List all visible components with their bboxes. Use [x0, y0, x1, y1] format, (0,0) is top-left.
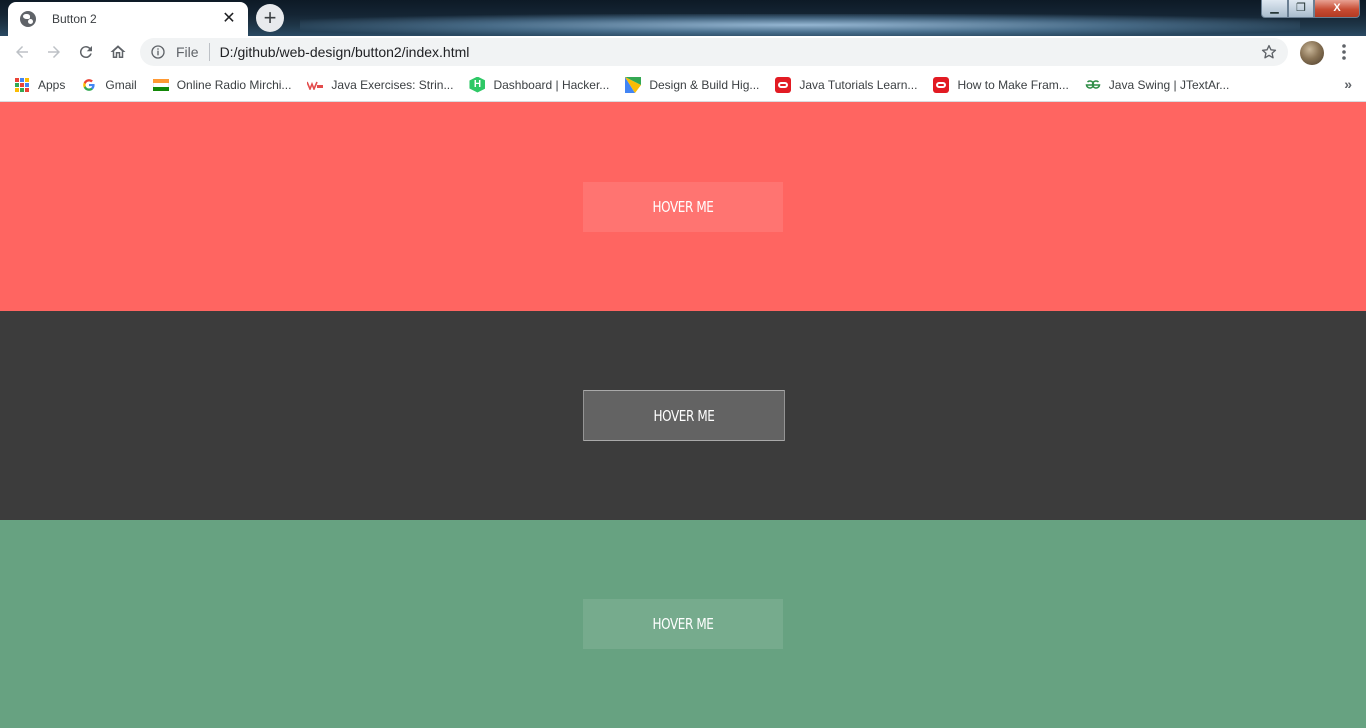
- window-title-bar: Button 2 ✕ + ▁ ❐ X: [0, 0, 1366, 36]
- browser-tab-active[interactable]: Button 2 ✕: [8, 2, 248, 36]
- browser-toolbar: File D:/github/web-design/button2/index.…: [0, 36, 1366, 68]
- section-dark: HOVER ME: [0, 311, 1366, 520]
- bookmark-label: How to Make Fram...: [957, 77, 1069, 92]
- back-button[interactable]: [6, 36, 38, 68]
- maximize-button[interactable]: ❐: [1288, 0, 1314, 18]
- menu-kebab-icon[interactable]: [1334, 42, 1354, 62]
- forward-button[interactable]: [38, 36, 70, 68]
- google-icon: [81, 77, 97, 93]
- title-bar-wallpaper-glow: [300, 14, 1300, 36]
- bookmark-java-swing[interactable]: Java Swing | JTextAr...: [1085, 71, 1238, 99]
- hover-me-button-3[interactable]: HOVER ME: [583, 599, 783, 649]
- bookmarks-overflow-button[interactable]: »: [1344, 76, 1352, 92]
- apps-grid-icon: [14, 77, 30, 93]
- url-scheme-label: File: [176, 44, 199, 60]
- bookmark-label: Online Radio Mirchi...: [176, 77, 292, 92]
- window-controls: ▁ ❐ X: [1261, 0, 1360, 18]
- bookmark-java-tutorials[interactable]: Java Tutorials Learn...: [775, 71, 925, 99]
- reload-button[interactable]: [70, 36, 102, 68]
- minimize-button[interactable]: ▁: [1261, 0, 1288, 18]
- india-flag-icon: [152, 77, 169, 93]
- profile-avatar[interactable]: [1300, 41, 1324, 65]
- oracle-icon: [775, 76, 792, 93]
- arrow-right-icon: [48, 46, 60, 58]
- bookmark-label: Dashboard | Hacker...: [493, 77, 610, 92]
- home-icon: [110, 45, 126, 58]
- android-design-icon: [625, 76, 642, 93]
- url-text[interactable]: D:/github/web-design/button2/index.html: [220, 44, 1260, 60]
- tab-close-icon[interactable]: ✕: [220, 10, 238, 28]
- bookmark-label: Java Swing | JTextAr...: [1108, 77, 1230, 92]
- geeksforgeeks-icon: [1085, 77, 1101, 93]
- bookmark-label: Java Exercises: Strin...: [331, 77, 454, 92]
- bookmark-android-design[interactable]: Design & Build Hig...: [625, 71, 767, 99]
- section-green: HOVER ME: [0, 520, 1366, 728]
- page-content: HOVER ME HOVER ME HOVER ME: [0, 102, 1366, 728]
- close-window-button[interactable]: X: [1314, 0, 1360, 18]
- bookmark-how-to-make-frame[interactable]: How to Make Fram...: [933, 71, 1076, 99]
- bookmarks-bar: Apps Gmail Online Radio Mirchi... Java E…: [0, 68, 1366, 102]
- bookmark-apps[interactable]: Apps: [14, 71, 73, 99]
- bookmark-java-exercises[interactable]: Java Exercises: Strin...: [307, 71, 461, 99]
- bookmark-label: Apps: [38, 77, 66, 92]
- section-red: HOVER ME: [0, 102, 1366, 311]
- oracle-icon: [933, 76, 950, 93]
- new-tab-button[interactable]: +: [256, 4, 284, 32]
- home-button[interactable]: [102, 36, 134, 68]
- bookmark-label: Design & Build Hig...: [649, 77, 760, 92]
- globe-icon: [20, 11, 36, 27]
- tab-title: Button 2: [52, 12, 97, 26]
- reload-icon: [79, 46, 92, 59]
- hover-me-button-2[interactable]: HOVER ME: [583, 390, 785, 441]
- arrow-left-icon: [16, 46, 28, 58]
- bookmark-hackerrank[interactable]: H Dashboard | Hacker...: [469, 71, 617, 99]
- bookmark-label: Java Tutorials Learn...: [799, 77, 918, 92]
- bookmark-star-icon[interactable]: [1260, 43, 1278, 61]
- bookmark-radio-mirchi[interactable]: Online Radio Mirchi...: [152, 71, 300, 99]
- address-bar[interactable]: File D:/github/web-design/button2/index.…: [140, 38, 1288, 66]
- hover-me-button-1[interactable]: HOVER ME: [583, 182, 783, 232]
- hackerrank-icon: H: [469, 76, 486, 93]
- bookmark-gmail[interactable]: Gmail: [81, 71, 144, 99]
- w3resource-icon: [307, 77, 324, 93]
- bookmark-label: Gmail: [105, 77, 137, 92]
- info-icon[interactable]: [150, 44, 166, 60]
- address-separator: [208, 43, 210, 61]
